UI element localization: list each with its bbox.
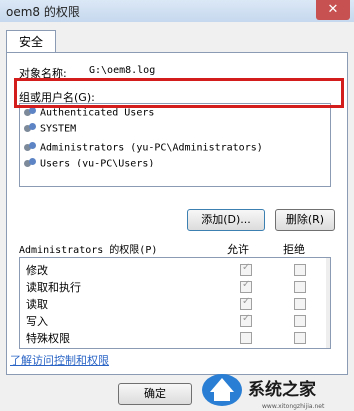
watermark-text: 系统之家 [248, 379, 316, 400]
list-item[interactable]: Authenticated Users [24, 107, 154, 119]
list-item[interactable]: Users (yu-PC\Users) [24, 158, 154, 167]
permission-row: 特殊权限 [26, 330, 326, 346]
deny-checkbox[interactable] [294, 315, 306, 327]
deny-checkbox[interactable] [294, 332, 306, 344]
permission-row: 读取和执行 [26, 279, 326, 295]
deny-checkbox[interactable] [294, 281, 306, 293]
allow-checkbox[interactable] [240, 313, 252, 327]
watermark-url: www.xitongzhijia.net [262, 403, 325, 410]
help-link[interactable]: 了解访问控制和权限 [10, 352, 109, 368]
remove-button[interactable]: 删除(R) [275, 209, 335, 231]
permission-row: 写入 [26, 313, 326, 329]
permissions-label: Administrators 的权限(P) [19, 245, 158, 256]
tab-security[interactable]: 安全 [6, 30, 56, 53]
deny-header: 拒绝 [283, 243, 305, 256]
highlight-box [14, 78, 344, 108]
users-icon [24, 123, 37, 133]
watermark-logo: 系统之家 www.xitongzhijia.net [202, 374, 325, 410]
allow-header: 允许 [227, 243, 249, 256]
group-user-list[interactable]: Authenticated Users SYSTEM Administrator… [19, 103, 331, 187]
allow-checkbox[interactable] [240, 332, 252, 344]
permission-row: 读取 [26, 296, 326, 312]
close-button[interactable]: ✕ [316, 0, 350, 20]
add-button[interactable]: 添加(D)... [187, 209, 265, 231]
object-name-value: G:\oem8.log [89, 65, 156, 76]
allow-checkbox[interactable] [240, 279, 252, 293]
list-item-selected[interactable]: Administrators (yu-PC\Administrators) [24, 142, 263, 154]
list-item[interactable]: SYSTEM [24, 123, 76, 133]
allow-checkbox[interactable] [240, 296, 252, 310]
scrollbar[interactable] [326, 258, 330, 348]
users-icon [24, 158, 37, 167]
deny-checkbox[interactable] [294, 264, 306, 276]
users-icon [24, 107, 37, 118]
title-bar: oem8 的权限 ✕ [0, 0, 354, 22]
users-icon [24, 142, 37, 153]
permission-table: 修改 读取和执行 读取 写入 特殊权限 [19, 257, 331, 349]
permission-row: 修改 [26, 262, 326, 278]
window-title: oem8 的权限 [6, 5, 80, 19]
ok-button[interactable]: 确定 [118, 383, 192, 405]
deny-checkbox[interactable] [294, 298, 306, 310]
allow-checkbox[interactable] [240, 262, 252, 276]
